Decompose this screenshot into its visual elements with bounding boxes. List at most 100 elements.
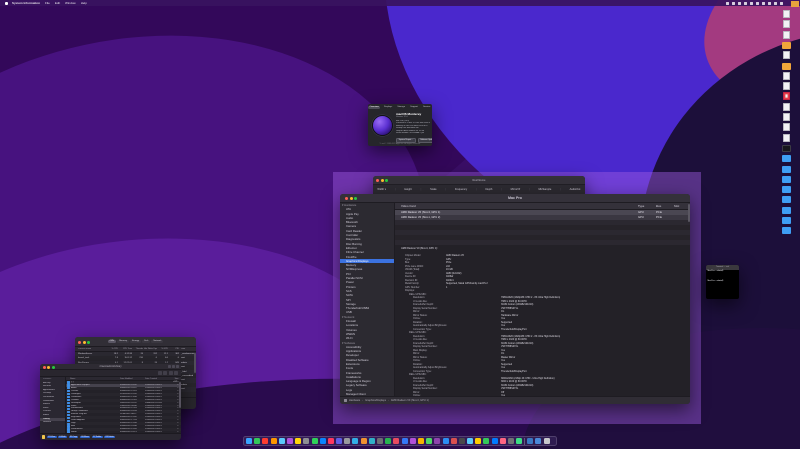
column-type[interactable]: Type xyxy=(638,204,656,208)
modes-toolbar-height[interactable]: Height xyxy=(404,188,412,191)
menubar-item-window[interactable]: Window xyxy=(65,1,76,5)
dock-app-icon[interactable] xyxy=(311,438,318,444)
about-tab-support[interactable]: Support xyxy=(409,106,420,109)
fkey-button-f5[interactable]: F5 Copy xyxy=(68,435,79,439)
dock-app-icon[interactable] xyxy=(262,438,269,444)
activity-column-5[interactable]: % GPU xyxy=(157,348,168,350)
about-tab-overview[interactable]: Overview xyxy=(368,106,381,109)
desktop-icon-doc[interactable] xyxy=(781,123,791,132)
modes-toolbar-depth[interactable]: Depth xyxy=(485,188,492,191)
desktop-icon-folder-blue[interactable] xyxy=(781,154,791,163)
trash-icon[interactable] xyxy=(543,438,550,444)
breadcrumb-item[interactable]: AMD Radeon VII (Slot-3, GPU 1) xyxy=(391,399,429,402)
column-bus[interactable]: Bus xyxy=(656,204,674,208)
activity-column-4[interactable]: Idle Wake Ups xyxy=(143,348,157,350)
dock-app-icon[interactable] xyxy=(467,438,474,444)
activity-column-3[interactable]: Threads xyxy=(132,348,143,350)
dock-folder-icon[interactable] xyxy=(527,438,534,444)
desktop-icon-doc[interactable] xyxy=(781,10,791,19)
dock-app-icon[interactable] xyxy=(499,438,506,444)
desktop-icon-folder-blue[interactable] xyxy=(781,226,791,235)
keyboard-icon[interactable] xyxy=(744,1,747,5)
dock-app-icon[interactable] xyxy=(491,438,498,444)
dock-app-icon[interactable] xyxy=(393,438,400,444)
battery-icon[interactable] xyxy=(756,1,759,5)
view-columns-button[interactable] xyxy=(168,371,173,375)
modes-toolbar-mirrorof[interactable]: MirrorOf xyxy=(511,188,521,191)
dock-app-icon[interactable] xyxy=(450,438,457,444)
menubar-item-edit[interactable]: Edit xyxy=(55,1,60,5)
about-tab-service[interactable]: Service xyxy=(422,106,432,109)
breadcrumb-item[interactable]: Hardware xyxy=(349,399,360,402)
bluetooth-icon[interactable] xyxy=(732,1,735,5)
mirroring-icon[interactable] xyxy=(726,1,729,5)
desktop-icon-doc[interactable] xyxy=(781,51,791,60)
activity-column-1[interactable]: % CPU xyxy=(107,348,118,350)
spotlight-icon[interactable] xyxy=(762,1,765,5)
desktop-icon-folder-blue[interactable] xyxy=(781,216,791,225)
files-sidebar-item-network[interactable]: Network xyxy=(40,421,65,425)
sysinfo-titlebar[interactable]: Mac Pro xyxy=(340,194,690,203)
desktop-icon-folder-blue[interactable] xyxy=(781,206,791,215)
dock-folder-icon[interactable] xyxy=(535,438,542,444)
dock-app-icon[interactable] xyxy=(483,438,490,444)
modes-titlebar[interactable]: ResXtreme xyxy=(373,176,585,184)
dock-app-icon[interactable] xyxy=(434,438,441,444)
dock-app-icon[interactable] xyxy=(426,438,433,444)
dock-app-icon[interactable] xyxy=(458,438,465,444)
fkey-button-f3[interactable]: F3 View xyxy=(46,435,57,439)
files-column-size[interactable]: Size xyxy=(170,377,181,380)
wifi-icon[interactable] xyxy=(738,1,741,5)
dock-app-icon[interactable] xyxy=(327,438,334,444)
dock-app-icon[interactable] xyxy=(303,438,310,444)
dock-app-icon[interactable] xyxy=(344,438,351,444)
activity-segment-network[interactable]: Network xyxy=(151,339,164,343)
about-tab-displays[interactable]: Displays xyxy=(382,106,393,109)
desktop-icon-folder-orange[interactable] xyxy=(781,41,791,50)
dock-app-icon[interactable] xyxy=(385,438,392,444)
view-icon-button[interactable] xyxy=(157,371,162,375)
dock-app-icon[interactable] xyxy=(319,438,326,444)
apple-menu-icon[interactable] xyxy=(5,1,8,5)
desktop-icon-doc[interactable] xyxy=(781,113,791,122)
activity-segment-disk[interactable]: Disk xyxy=(142,339,151,343)
dock-app-icon[interactable] xyxy=(442,438,449,444)
fkey-button-f4[interactable]: F4 Edit xyxy=(58,435,67,439)
fkey-button-f6[interactable]: F6 Move xyxy=(80,435,91,439)
dock-app-icon[interactable] xyxy=(246,438,252,444)
activity-segment-energy[interactable]: Energy xyxy=(130,339,142,343)
desktop-icon-display[interactable] xyxy=(781,144,791,153)
activity-column-6[interactable]: PID xyxy=(168,348,179,350)
scrollbar[interactable] xyxy=(179,382,181,408)
activity-segment-memory[interactable]: Memory xyxy=(117,339,130,343)
video-card-row[interactable]: AMD Radeon VII (Slot-1, GPU 2) GPU PCIe xyxy=(395,215,690,220)
activity-segment-cpu[interactable]: CPU xyxy=(107,339,117,343)
modes-toolbar-width[interactable]: Width ▾ xyxy=(377,188,386,191)
fkey-button-f7[interactable]: F7 Folder xyxy=(91,435,103,439)
desktop-icon-doc[interactable] xyxy=(781,102,791,112)
desktop-icon-doc[interactable] xyxy=(781,20,791,29)
action-button[interactable] xyxy=(174,371,178,375)
breadcrumb-item[interactable]: Graphics/Displays xyxy=(365,399,386,402)
desktop-icon-folder-blue[interactable] xyxy=(781,165,791,174)
scrollbar[interactable] xyxy=(194,353,196,373)
column-video-card[interactable]: Video Card xyxy=(395,204,638,208)
dock-app-icon[interactable] xyxy=(417,438,424,444)
dock-app-icon[interactable] xyxy=(508,438,514,444)
activity-titlebar[interactable]: CPU Memory Energy Disk Network xyxy=(75,337,196,347)
modes-toolbar-mixsample[interactable]: MixSample xyxy=(538,188,551,191)
fkey-button-f8[interactable]: F8 Delete xyxy=(104,435,116,439)
modes-toolbar-scale[interactable]: Scale xyxy=(430,188,437,191)
dock-app-icon[interactable] xyxy=(516,438,523,444)
clock[interactable] xyxy=(780,1,783,5)
dock-app-icon[interactable] xyxy=(278,438,285,444)
status-light-orange[interactable] xyxy=(791,1,799,7)
files-column-date-modified[interactable]: Date Modified xyxy=(120,377,145,380)
tool-icon[interactable] xyxy=(176,365,179,369)
desktop-icon-doc[interactable] xyxy=(781,82,791,91)
files-column-date-created[interactable]: Date Created xyxy=(145,377,170,380)
desktop-icon-folder-orange[interactable] xyxy=(781,62,791,71)
tool-icon[interactable] xyxy=(171,365,175,369)
dock-app-icon[interactable] xyxy=(352,438,359,444)
tool-icon[interactable] xyxy=(167,365,171,369)
